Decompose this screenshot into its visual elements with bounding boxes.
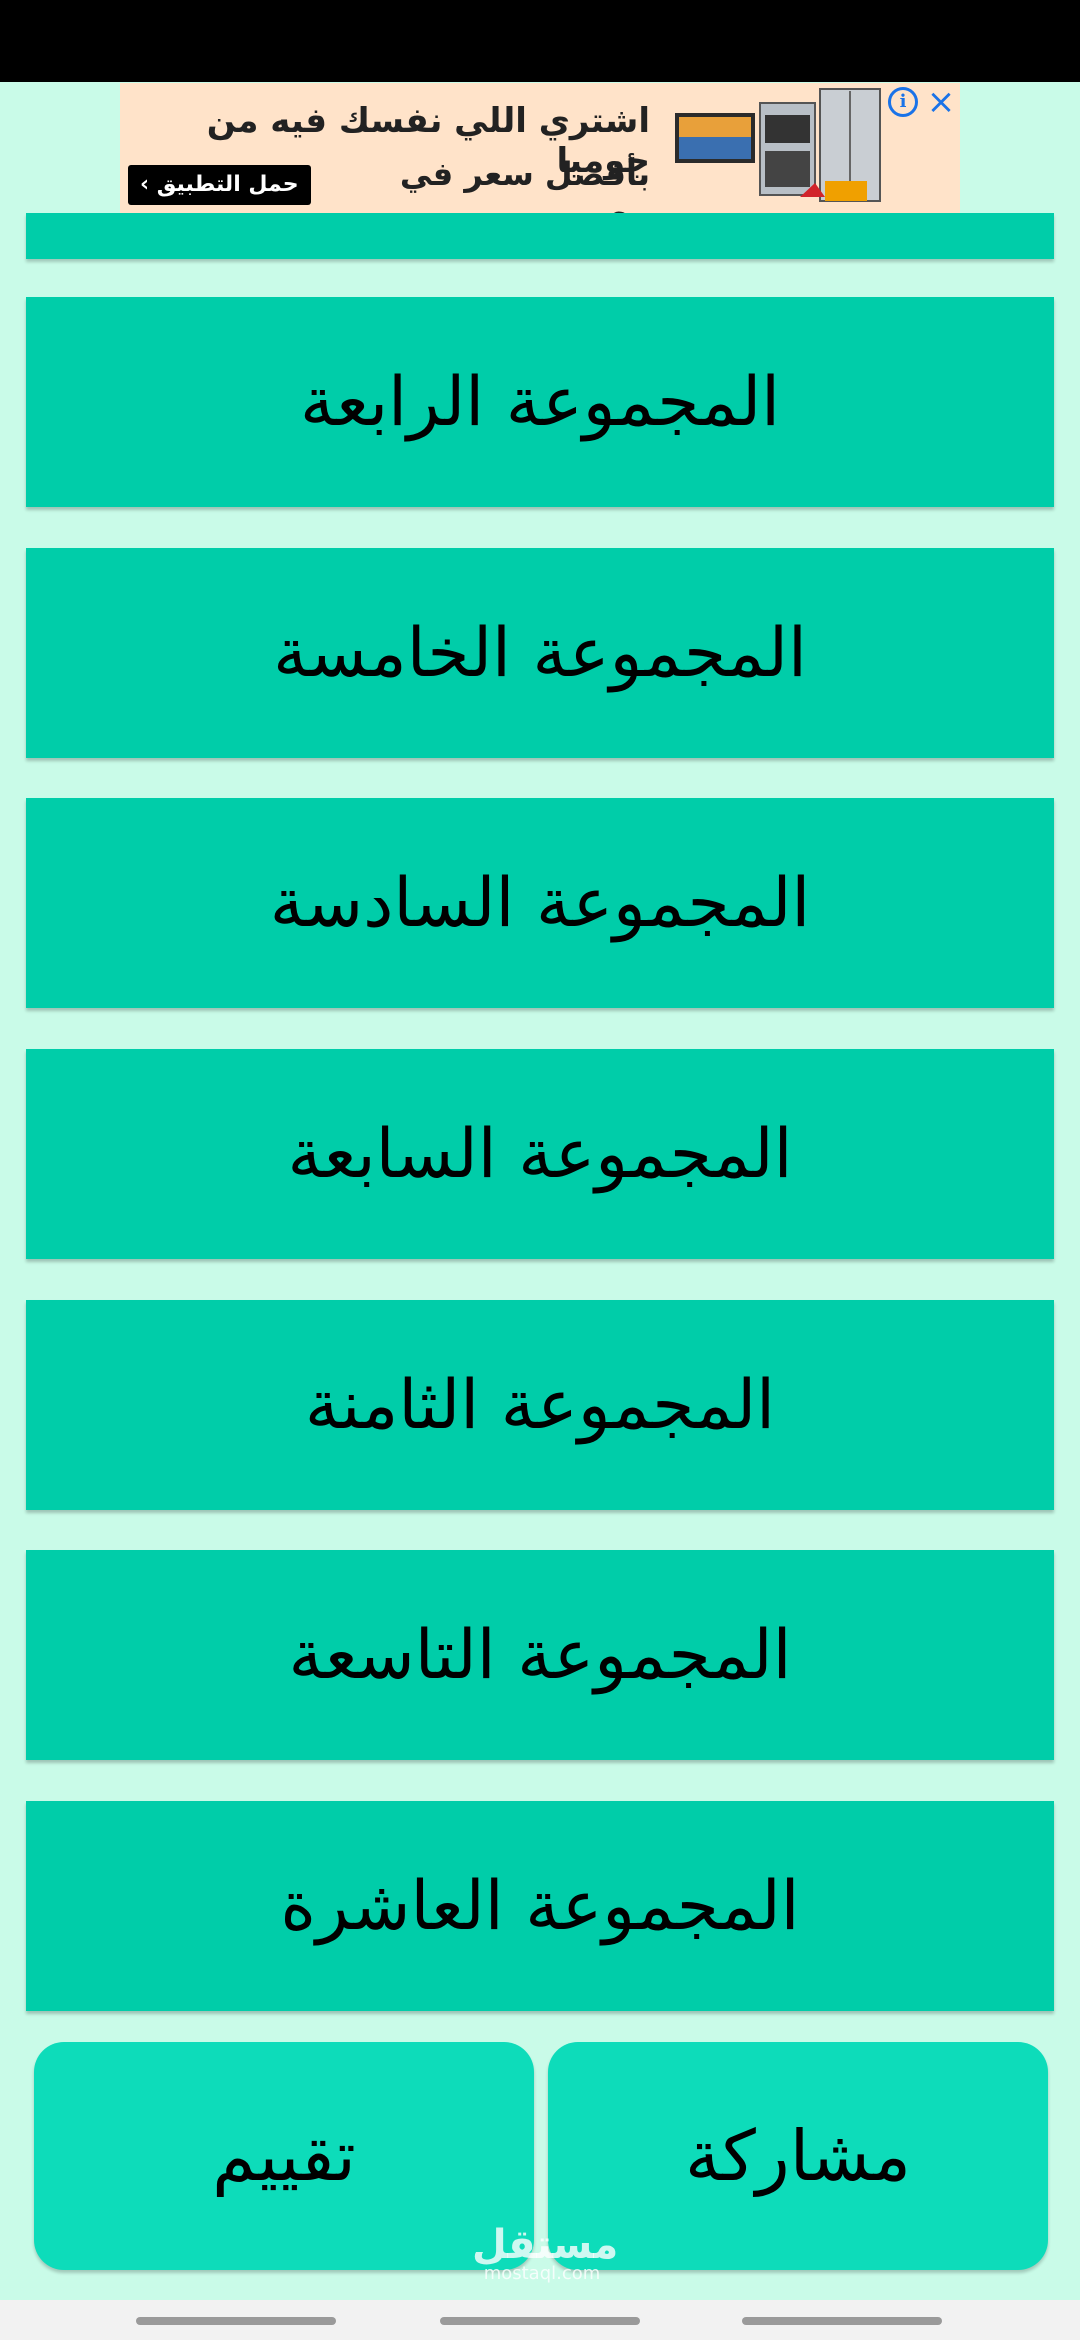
group-label: المجموعة العاشرة bbox=[280, 1866, 800, 1946]
group-10-button[interactable]: المجموعة العاشرة bbox=[26, 1801, 1054, 2011]
nav-home-handle[interactable] bbox=[440, 2317, 640, 2325]
ad-install-button[interactable]: حمل التطبيق › bbox=[128, 165, 311, 205]
group-label: المجموعة السادسة bbox=[269, 863, 811, 943]
group-label: المجموعة السابعة bbox=[287, 1114, 793, 1194]
watermark-text: مستقل bbox=[472, 2222, 619, 2268]
watermark: مستقل mostaql.com bbox=[472, 2222, 619, 2284]
group-7-button[interactable]: المجموعة السابعة bbox=[26, 1049, 1054, 1259]
ad-appliances-image bbox=[675, 88, 881, 202]
ad-info-icon[interactable]: i bbox=[888, 87, 918, 117]
group-tile-partial[interactable] bbox=[26, 213, 1054, 259]
nav-back-handle[interactable] bbox=[136, 2317, 336, 2325]
group-label: المجموعة الثامنة bbox=[304, 1365, 776, 1445]
nav-recents-handle[interactable] bbox=[742, 2317, 942, 2325]
rate-label: تقييم bbox=[212, 2115, 356, 2197]
group-label: المجموعة التاسعة bbox=[288, 1615, 792, 1695]
group-8-button[interactable]: المجموعة الثامنة bbox=[26, 1300, 1054, 1510]
share-label: مشاركة bbox=[685, 2115, 911, 2197]
group-5-button[interactable]: المجموعة الخامسة bbox=[26, 548, 1054, 758]
watermark-url: mostaql.com bbox=[483, 2263, 601, 2284]
group-4-button[interactable]: المجموعة الرابعة bbox=[26, 297, 1054, 507]
share-button[interactable]: مشاركة bbox=[548, 2042, 1048, 2270]
rate-button[interactable]: تقييم bbox=[34, 2042, 534, 2270]
group-label: المجموعة الخامسة bbox=[273, 613, 807, 693]
ad-close-icon[interactable]: × bbox=[922, 83, 960, 121]
group-label: المجموعة الرابعة bbox=[299, 362, 781, 442]
group-9-button[interactable]: المجموعة التاسعة bbox=[26, 1550, 1054, 1760]
group-6-button[interactable]: المجموعة السادسة bbox=[26, 798, 1054, 1008]
ad-subline: بأفضل سعر في مصر bbox=[399, 155, 650, 213]
ad-banner[interactable]: × i اشتري اللي نفسك فيه من جوميا بأفضل س… bbox=[120, 83, 960, 213]
status-bar bbox=[0, 0, 1080, 82]
